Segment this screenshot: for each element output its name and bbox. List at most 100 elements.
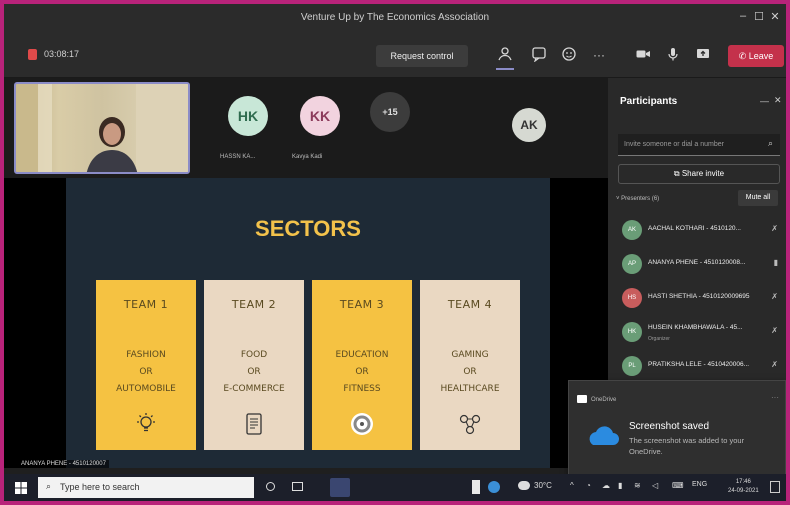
share-invite-button[interactable]: ⧉ Share invite: [618, 164, 780, 184]
tray-chevron-icon[interactable]: ^: [570, 481, 574, 490]
window-title: Venture Up by The Economics Association: [300, 12, 490, 23]
panel-more-icon[interactable]: —: [760, 96, 769, 106]
team-card: TEAM 3 EDUCATION OR FITNESS: [312, 280, 412, 450]
wifi-icon[interactable]: ≋: [634, 481, 641, 490]
language-indicator[interactable]: ENG: [692, 481, 707, 488]
clock-time: 17:46: [735, 479, 751, 485]
sector-line: FITNESS: [343, 384, 381, 394]
taskbar-clock[interactable]: 17:46 24-09-2021: [728, 478, 759, 496]
leave-label: Leave: [748, 51, 774, 61]
microphone-icon[interactable]: [664, 46, 682, 64]
windows-start-icon[interactable]: [15, 482, 27, 494]
close-panel-icon[interactable]: ✕: [774, 95, 782, 106]
cortana-icon[interactable]: [266, 482, 275, 491]
mic-muted-icon: ✗: [771, 360, 778, 369]
team-label: TEAM 4: [447, 298, 493, 311]
avatar: HS: [622, 288, 642, 308]
avatar-kk[interactable]: KK: [300, 96, 340, 136]
teams-window: Venture Up by The Economics Association …: [4, 4, 786, 501]
mic-muted-icon: ✗: [771, 326, 778, 335]
pinned-app-icon[interactable]: [472, 480, 480, 494]
onedrive-tray-icon[interactable]: ☁: [602, 481, 610, 490]
avatar-initials: KK: [300, 96, 340, 136]
sector-line: OR: [247, 367, 261, 377]
notifications-icon[interactable]: [770, 481, 780, 493]
disc-icon: [351, 413, 373, 435]
presentation-slide: SECTORS TEAM 1 FASHION OR AUTOMOBILE TEA…: [66, 178, 550, 468]
mic-muted-icon: ✗: [771, 292, 778, 301]
avatar: PL: [622, 356, 642, 376]
sector-line: AUTOMOBILE: [116, 384, 176, 394]
sector-line: HEALTHCARE: [440, 384, 500, 394]
onedrive-small-icon: [577, 395, 587, 403]
avatar-ak[interactable]: AK: [512, 108, 546, 142]
meeting-timer: 03:08:17: [44, 49, 80, 59]
weather-icon[interactable]: [518, 481, 530, 490]
minimize-button[interactable]: –: [736, 10, 750, 22]
avatar: AK: [622, 220, 642, 240]
search-icon[interactable]: ⌕: [768, 138, 773, 149]
invite-input[interactable]: Invite someone or dial a number: [618, 134, 780, 156]
participant-row[interactable]: AK AACHAL KOTHARI - 4510120... ✗: [616, 216, 782, 246]
presenters-section-header[interactable]: ˅ Presenters (6): [616, 196, 659, 202]
leave-button[interactable]: ✆ Leave: [728, 45, 784, 67]
mic-muted-icon: ✗: [771, 224, 778, 233]
sector-line: FASHION: [126, 350, 166, 360]
task-view-icon[interactable]: [292, 482, 303, 491]
keyboard-icon[interactable]: ⌨: [672, 481, 684, 490]
participant-row[interactable]: PL PRATIKSHA LELE - 4510420006... ✗: [616, 352, 782, 382]
browser-icon[interactable]: [488, 481, 500, 493]
meeting-toolbar: 03:08:17 Request control ··· ✆ Leave: [4, 32, 786, 78]
battery-icon[interactable]: ▮: [618, 481, 622, 490]
team-label: TEAM 1: [123, 298, 169, 311]
participant-row[interactable]: AP ANANYA PHENE - 4510120008... ▮: [616, 250, 782, 280]
sector-line: EDUCATION: [335, 350, 389, 360]
share-screen-icon[interactable]: [694, 46, 712, 64]
phone-icon: ✆: [738, 51, 749, 61]
overflow-participants-badge[interactable]: +15: [370, 92, 410, 132]
self-video-tile[interactable]: [14, 82, 190, 174]
reactions-icon[interactable]: [560, 46, 578, 64]
avatar-initials: HK: [228, 96, 268, 136]
avatar-hk[interactable]: HK: [228, 96, 268, 136]
cloud-icon: [589, 426, 619, 445]
toast-more-icon[interactable]: ···: [771, 393, 779, 402]
taskbar-search-input[interactable]: Type here to search: [38, 477, 254, 498]
notification-toast[interactable]: OneDrive ··· Screenshot saved The screen…: [568, 380, 786, 476]
maximize-button[interactable]: ☐: [752, 10, 766, 23]
participant-name: ANANYA PHENE - 4510120008...: [648, 259, 746, 266]
toast-app-name: OneDrive: [591, 397, 617, 403]
windows-taskbar: Type here to search ⌕ 30°C ^ ◔ ☁ ▮ ≋ ◁ ⌨…: [4, 474, 786, 501]
sector-line: GAMING: [451, 350, 489, 360]
sector-line: FOOD: [240, 350, 268, 360]
participant-name: HUSEIN KHAMBHAWALA - 45...: [648, 324, 743, 331]
mic-icon: ▮: [773, 258, 778, 267]
participant-row[interactable]: HK HUSEIN KHAMBHAWALA - 45... Organizer …: [616, 318, 782, 348]
share-invite-label: Share invite: [681, 169, 725, 178]
close-button[interactable]: ✕: [768, 10, 782, 23]
avatar: AP: [622, 254, 642, 274]
request-control-button[interactable]: Request control: [376, 45, 468, 67]
tablet-icon: [246, 413, 262, 435]
teams-taskbar-icon[interactable]: [330, 478, 350, 497]
more-options-button[interactable]: ···: [590, 46, 608, 64]
title-bar: Venture Up by The Economics Association …: [4, 4, 786, 32]
chat-icon[interactable]: [530, 46, 548, 64]
video-strip: HK HASSN KA... KK Kavya Kadi +15 AK: [4, 78, 608, 178]
team-label: TEAM 2: [231, 298, 277, 311]
volume-icon[interactable]: ◁: [652, 481, 658, 490]
panel-title: Participants: [620, 96, 678, 107]
participant-row[interactable]: HS HASTI SHETHIA - 4510120009695 ✗: [616, 284, 782, 314]
sector-line: OR: [355, 367, 369, 377]
mute-all-button[interactable]: Mute all: [738, 190, 778, 206]
network-icon[interactable]: ◔: [586, 481, 591, 490]
camera-icon[interactable]: [634, 46, 652, 64]
temperature-label[interactable]: 30°C: [534, 481, 552, 490]
sector-line: E-COMMERCE: [223, 384, 285, 394]
lightbulb-icon: [137, 413, 155, 432]
team-card: TEAM 2 FOOD OR E-COMMERCE: [204, 280, 304, 450]
participant-name: HASSN KA...: [220, 154, 256, 160]
slide-title: SECTORS: [255, 216, 361, 241]
participants-icon[interactable]: [496, 46, 514, 64]
toast-body: The screenshot was added to your OneDriv…: [629, 436, 745, 456]
